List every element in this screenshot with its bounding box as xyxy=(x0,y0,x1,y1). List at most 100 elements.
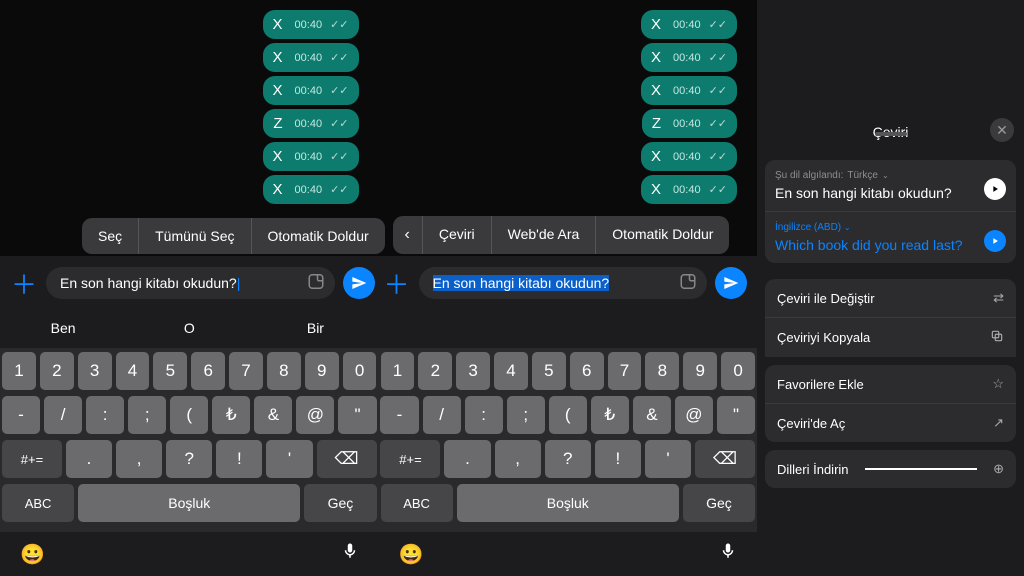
message-bubble[interactable]: X00:40✓✓ xyxy=(641,175,737,204)
key-5[interactable]: 5 xyxy=(532,352,566,390)
message-input[interactable]: En son hangi kitabı okudun? xyxy=(419,267,708,299)
key-period[interactable]: . xyxy=(66,440,112,478)
menu-translate[interactable]: Çeviri xyxy=(423,216,491,254)
suggestion[interactable]: Ben xyxy=(0,310,126,348)
action-open[interactable]: Çeviri'de Aç ↗ xyxy=(765,403,1016,442)
key-7[interactable]: 7 xyxy=(229,352,263,390)
key-at[interactable]: @ xyxy=(296,396,334,434)
message-bubble[interactable]: X00:40✓✓ xyxy=(263,175,359,204)
key-slash[interactable]: / xyxy=(44,396,82,434)
menu-select[interactable]: Seç xyxy=(82,218,138,254)
message-input[interactable]: En son hangi kitabı okudun?| xyxy=(46,267,335,299)
key-4[interactable]: 4 xyxy=(494,352,528,390)
close-button[interactable]: ✕ xyxy=(990,118,1014,142)
key-quote[interactable]: " xyxy=(717,396,755,434)
key-backspace[interactable]: ⌫ xyxy=(695,440,755,478)
key-9[interactable]: 9 xyxy=(683,352,717,390)
key-6[interactable]: 6 xyxy=(191,352,225,390)
key-return[interactable]: Geç xyxy=(304,484,376,522)
menu-autofill[interactable]: Otomatik Doldur xyxy=(596,216,729,254)
key-dash[interactable]: - xyxy=(380,396,418,434)
key-colon[interactable]: : xyxy=(86,396,124,434)
key-return[interactable]: Geç xyxy=(683,484,755,522)
action-favorite[interactable]: Favorilere Ekle ☆ xyxy=(765,365,1016,403)
key-0[interactable]: 0 xyxy=(343,352,377,390)
key-7[interactable]: 7 xyxy=(608,352,642,390)
target-language-label[interactable]: İngilizce (ABD) ⌄ xyxy=(775,222,984,233)
key-1[interactable]: 1 xyxy=(381,352,415,390)
suggestion[interactable] xyxy=(631,310,757,348)
key-apos[interactable]: ' xyxy=(266,440,312,478)
chevron-down-icon[interactable]: ⌄ xyxy=(882,171,889,180)
key-lira[interactable]: ₺ xyxy=(212,396,250,434)
key-8[interactable]: 8 xyxy=(267,352,301,390)
key-colon[interactable]: : xyxy=(465,396,503,434)
action-download-languages[interactable]: Dilleri İndirin ⊕ xyxy=(765,450,1016,488)
action-copy[interactable]: Çeviriyi Kopyala xyxy=(765,317,1016,357)
key-8[interactable]: 8 xyxy=(645,352,679,390)
emoji-button[interactable]: 😀 xyxy=(20,542,45,567)
key-semicolon[interactable]: ; xyxy=(128,396,166,434)
play-source-button[interactable] xyxy=(984,178,1006,200)
attach-button[interactable]: ＋ xyxy=(10,265,38,302)
key-9[interactable]: 9 xyxy=(305,352,339,390)
message-bubble[interactable]: X00:40✓✓ xyxy=(641,43,737,72)
key-3[interactable]: 3 xyxy=(456,352,490,390)
emoji-button[interactable]: 😀 xyxy=(399,542,424,567)
key-2[interactable]: 2 xyxy=(418,352,452,390)
menu-back-icon[interactable]: ‹ xyxy=(393,216,422,254)
message-bubble[interactable]: Z00:40✓✓ xyxy=(263,109,358,138)
suggestion[interactable]: O xyxy=(126,310,252,348)
sticker-icon[interactable] xyxy=(679,273,697,294)
attach-button[interactable]: ＋ xyxy=(383,265,411,302)
sheet-grabber[interactable] xyxy=(875,132,907,136)
message-bubble[interactable]: Z00:40✓✓ xyxy=(642,109,737,138)
key-0[interactable]: 0 xyxy=(721,352,755,390)
key-quote[interactable]: " xyxy=(338,396,376,434)
message-bubble[interactable]: X00:40✓✓ xyxy=(641,10,737,39)
play-target-button[interactable] xyxy=(984,230,1006,252)
key-at[interactable]: @ xyxy=(675,396,713,434)
key-backspace[interactable]: ⌫ xyxy=(317,440,377,478)
suggestion[interactable]: Bir xyxy=(252,310,378,348)
key-paren[interactable]: ( xyxy=(549,396,587,434)
sticker-icon[interactable] xyxy=(307,273,325,294)
message-bubble[interactable]: X00:40✓✓ xyxy=(263,43,359,72)
key-question[interactable]: ? xyxy=(166,440,212,478)
key-paren[interactable]: ( xyxy=(170,396,208,434)
key-5[interactable]: 5 xyxy=(153,352,187,390)
dictation-button[interactable] xyxy=(719,540,737,568)
message-bubble[interactable]: X00:40✓✓ xyxy=(263,76,359,105)
key-symbols[interactable]: #+= xyxy=(2,440,62,478)
key-lira[interactable]: ₺ xyxy=(591,396,629,434)
key-dash[interactable]: - xyxy=(2,396,40,434)
key-2[interactable]: 2 xyxy=(40,352,74,390)
key-3[interactable]: 3 xyxy=(78,352,112,390)
menu-autofill[interactable]: Otomatik Doldur xyxy=(252,218,385,254)
key-abc[interactable]: ABC xyxy=(381,484,453,522)
key-apos[interactable]: ' xyxy=(645,440,691,478)
action-replace[interactable]: Çeviri ile Değiştir ⇄ xyxy=(765,279,1016,317)
key-space[interactable]: Boşluk xyxy=(457,484,679,522)
key-symbols[interactable]: #+= xyxy=(380,440,440,478)
menu-web-search[interactable]: Web'de Ara xyxy=(492,216,596,254)
key-slash[interactable]: / xyxy=(423,396,461,434)
key-period[interactable]: . xyxy=(444,440,490,478)
key-exclaim[interactable]: ! xyxy=(216,440,262,478)
message-bubble[interactable]: X00:40✓✓ xyxy=(641,142,737,171)
message-bubble[interactable]: X00:40✓✓ xyxy=(263,10,359,39)
send-button[interactable] xyxy=(343,267,375,299)
key-space[interactable]: Boşluk xyxy=(78,484,300,522)
key-6[interactable]: 6 xyxy=(570,352,604,390)
key-1[interactable]: 1 xyxy=(2,352,36,390)
dictation-button[interactable] xyxy=(341,540,359,568)
message-bubble[interactable]: X00:40✓✓ xyxy=(641,76,737,105)
key-comma[interactable]: , xyxy=(116,440,162,478)
key-question[interactable]: ? xyxy=(545,440,591,478)
key-exclaim[interactable]: ! xyxy=(595,440,641,478)
suggestion[interactable] xyxy=(379,310,505,348)
menu-select-all[interactable]: Tümünü Seç xyxy=(139,218,250,254)
suggestion[interactable] xyxy=(505,310,631,348)
key-4[interactable]: 4 xyxy=(116,352,150,390)
message-bubble[interactable]: X00:40✓✓ xyxy=(263,142,359,171)
